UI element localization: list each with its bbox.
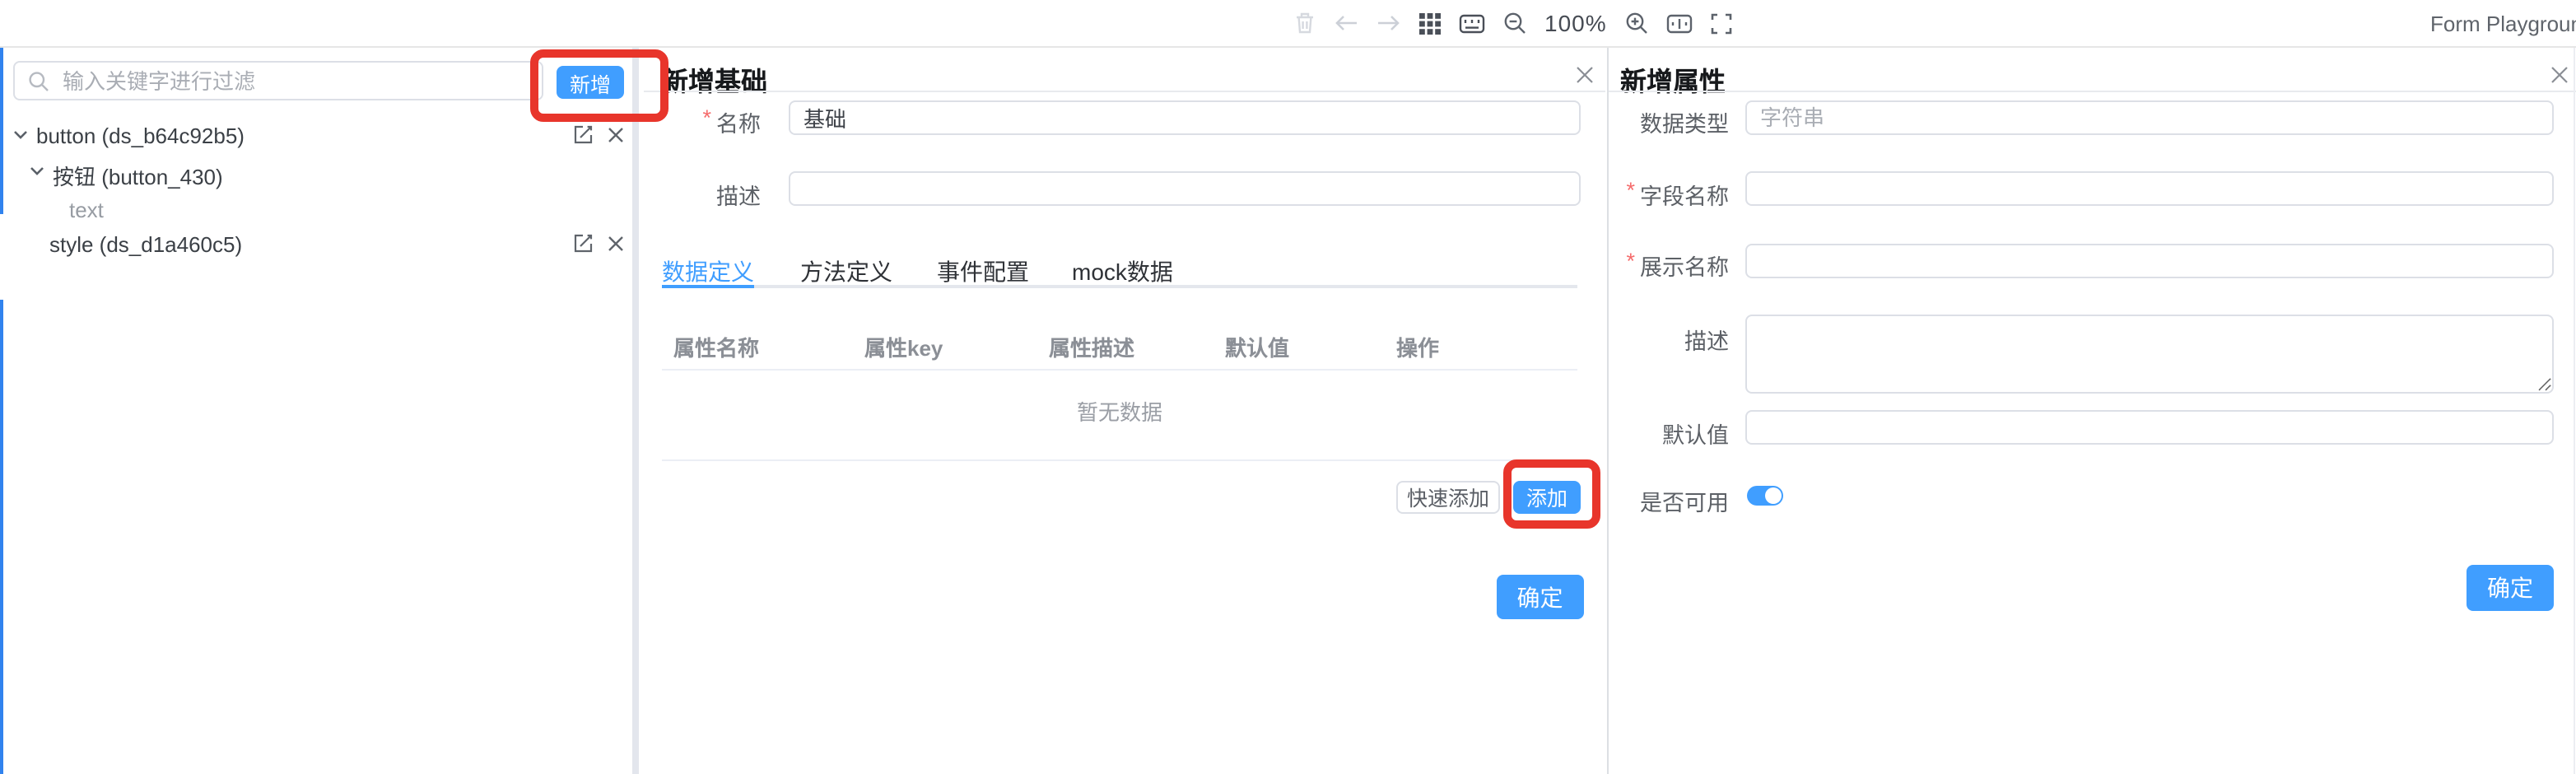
field-label-text: 描述 [716, 177, 761, 210]
chevron-down-icon[interactable] [30, 166, 44, 176]
close-icon[interactable] [2549, 64, 2569, 84]
sidebar-accent-bottom [0, 300, 3, 774]
field-name-label: * 字段名称 [1610, 177, 1729, 210]
table-header-divider [662, 369, 1577, 371]
data-type-label: 数据类型 [1610, 105, 1729, 138]
attr-desc-textarea[interactable] [1745, 315, 2554, 393]
tree-row-anniu[interactable]: 按钮 (button_430) [0, 155, 631, 189]
required-marker: * [702, 105, 711, 138]
dialog-divider [1606, 48, 1609, 774]
display-name-input[interactable] [1745, 243, 2554, 277]
column-header: 默认值 [1225, 331, 1289, 362]
split-view-icon[interactable] [1666, 12, 1693, 34]
zoom-level: 100% [1544, 10, 1607, 36]
app-title: Form Playground F [2430, 12, 2576, 36]
zoom-out-icon[interactable] [1503, 12, 1526, 35]
attr-dialog-title: 新增属性 [1620, 59, 1726, 99]
attr-desc-label: 描述 [1610, 323, 1729, 356]
field-label-text: 数据类型 [1640, 105, 1729, 138]
edit-icon[interactable] [573, 125, 593, 145]
tree-item-label[interactable]: 按钮 (button_430) [53, 160, 223, 191]
tab-data-definition[interactable]: 数据定义 [662, 255, 754, 288]
tab-event-config[interactable]: 事件配置 [937, 255, 1029, 288]
tree-row-button[interactable]: button (ds_b64c92b5) [0, 119, 631, 153]
panel-splitter[interactable] [631, 48, 639, 774]
tree-item-label[interactable]: button (ds_b64c92b5) [36, 124, 245, 148]
desc-field-label: 描述 [662, 177, 761, 210]
column-header: 属性名称 [673, 331, 759, 362]
base-confirm-button[interactable]: 确定 [1497, 575, 1583, 619]
default-value-input[interactable] [1745, 410, 2554, 445]
attr-confirm-button[interactable]: 确定 [2467, 565, 2554, 610]
field-label-text: 默认值 [1662, 416, 1729, 449]
dialog-header-divider [644, 90, 1605, 91]
required-marker: * [1626, 177, 1635, 210]
tab-method-definition[interactable]: 方法定义 [800, 255, 892, 288]
undo-arrow-icon[interactable] [1334, 13, 1358, 33]
close-icon[interactable] [606, 234, 626, 254]
top-toolbar: 100% Form Playground F [0, 0, 2576, 48]
search-icon [28, 70, 49, 91]
base-dialog-title: 新增基础 [662, 59, 767, 99]
tree-row-style[interactable]: style (ds_d1a460c5) [0, 227, 631, 262]
field-label-text: 字段名称 [1640, 177, 1729, 210]
tree-item-label[interactable]: style (ds_d1a460c5) [49, 232, 242, 257]
tree-item-label[interactable]: text [69, 197, 104, 221]
enabled-label: 是否可用 [1610, 484, 1729, 517]
trash-icon[interactable] [1294, 12, 1316, 35]
redo-arrow-icon[interactable] [1377, 13, 1401, 33]
tabs-track [662, 284, 1577, 287]
grid-icon[interactable] [1419, 12, 1441, 34]
empty-data-text: 暂无数据 [662, 395, 1577, 427]
field-label-text: 描述 [1684, 323, 1729, 356]
chevron-down-icon[interactable] [13, 130, 28, 140]
fullscreen-icon[interactable] [1711, 12, 1732, 34]
tree-search-box [13, 61, 543, 100]
form-playground-app: 100% Form Playground F 新增 button (ds_b64… [0, 0, 2576, 774]
default-value-label: 默认值 [1610, 416, 1729, 449]
field-label-text: 名称 [716, 105, 761, 138]
table-footer-divider [662, 459, 1577, 461]
field-label-text: 展示名称 [1640, 249, 1729, 282]
field-name-input[interactable] [1745, 171, 2554, 206]
add-new-button[interactable]: 新增 [557, 66, 624, 99]
desc-input[interactable] [789, 171, 1581, 206]
column-header: 属性描述 [1049, 331, 1134, 362]
zoom-in-icon[interactable] [1625, 12, 1648, 35]
right-edge-track [2573, 48, 2574, 774]
search-input[interactable] [59, 67, 529, 95]
dialog-header-divider [1609, 90, 2576, 91]
display-name-label: * 展示名称 [1610, 249, 1729, 282]
quick-add-button[interactable]: 快速添加 [1396, 480, 1500, 514]
edit-icon[interactable] [573, 234, 593, 254]
add-button[interactable]: 添加 [1513, 480, 1581, 514]
name-input[interactable] [789, 100, 1581, 134]
tab-mock-data[interactable]: mock数据 [1072, 255, 1173, 288]
name-field-label: * 名称 [662, 105, 761, 138]
canvas-toolbar: 100% [1294, 0, 1732, 46]
active-tab-indicator [662, 284, 754, 287]
enabled-toggle[interactable] [1747, 485, 1783, 505]
close-icon[interactable] [1574, 64, 1594, 84]
close-icon[interactable] [606, 125, 626, 145]
tree-row-text[interactable]: text [0, 192, 631, 226]
field-label-text: 是否可用 [1640, 484, 1729, 517]
keyboard-icon[interactable] [1459, 12, 1485, 34]
required-marker: * [1626, 249, 1635, 282]
data-type-input[interactable] [1745, 100, 2554, 134]
column-header: 属性key [864, 331, 943, 362]
column-header: 操作 [1396, 331, 1439, 362]
